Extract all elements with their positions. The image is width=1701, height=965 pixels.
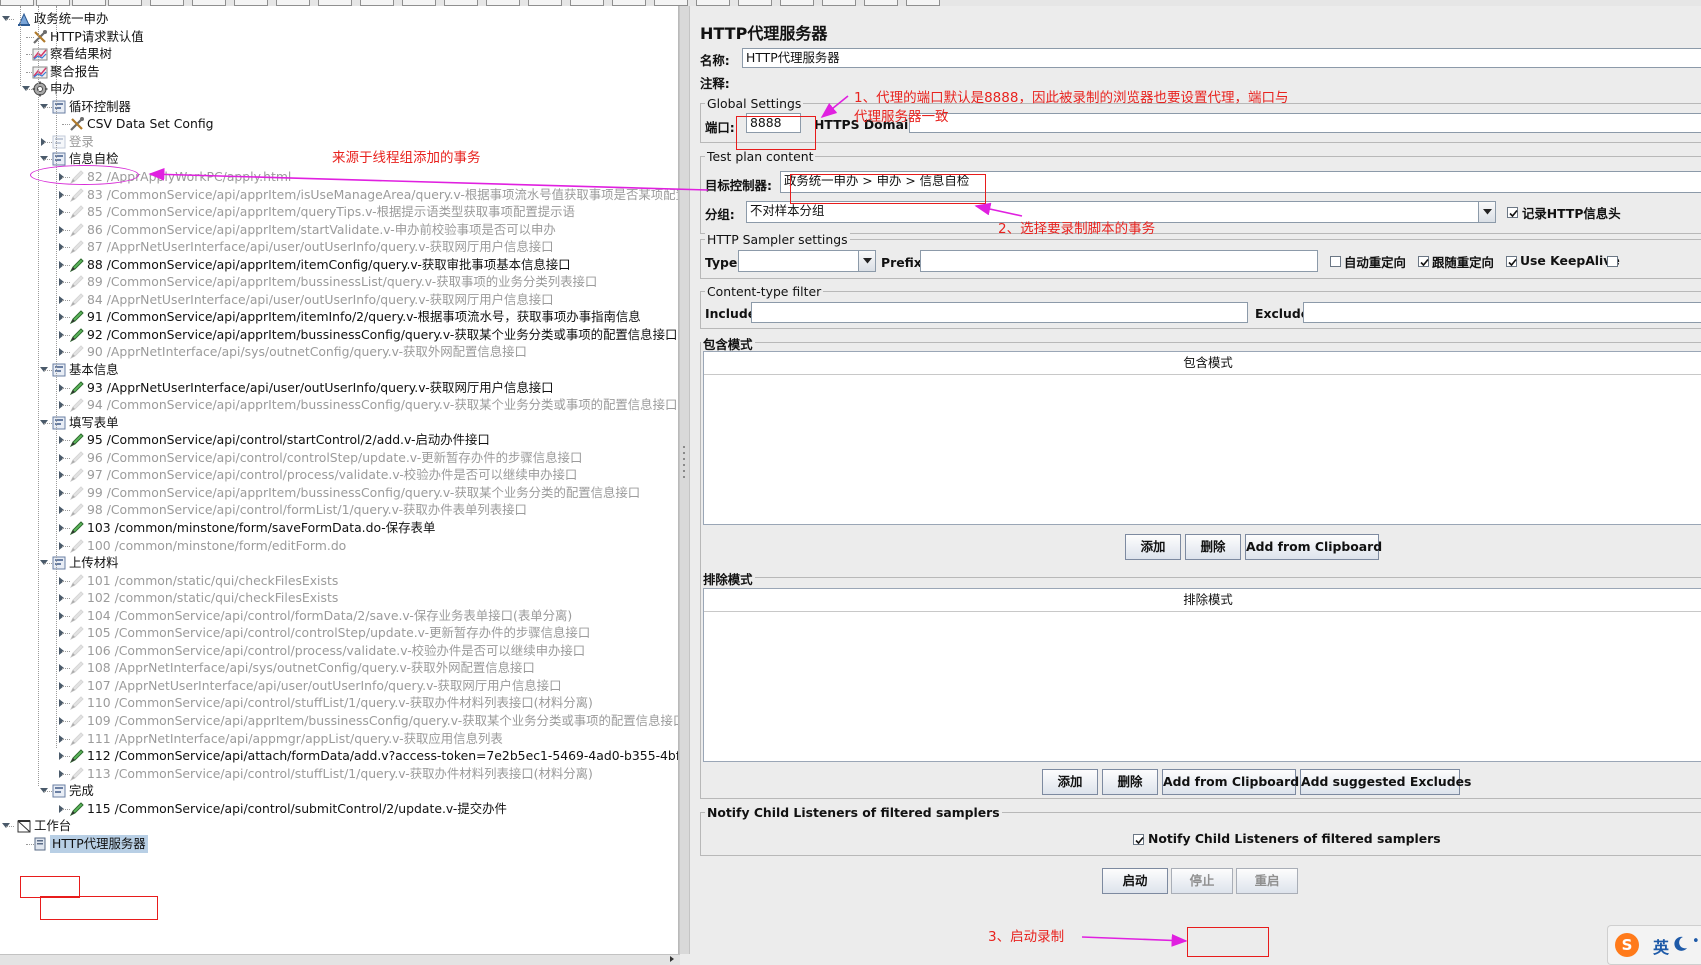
ime-language[interactable]: 英	[1653, 934, 1669, 958]
ime-more-icon[interactable]: •	[1692, 934, 1700, 949]
moon-icon[interactable]	[1674, 936, 1688, 952]
svg-text:S: S	[1622, 936, 1633, 954]
annotation-arrows	[148, 95, 1188, 947]
ime-tray[interactable]: S 英 •	[1607, 925, 1701, 965]
sogou-logo-icon: S	[1615, 933, 1639, 957]
